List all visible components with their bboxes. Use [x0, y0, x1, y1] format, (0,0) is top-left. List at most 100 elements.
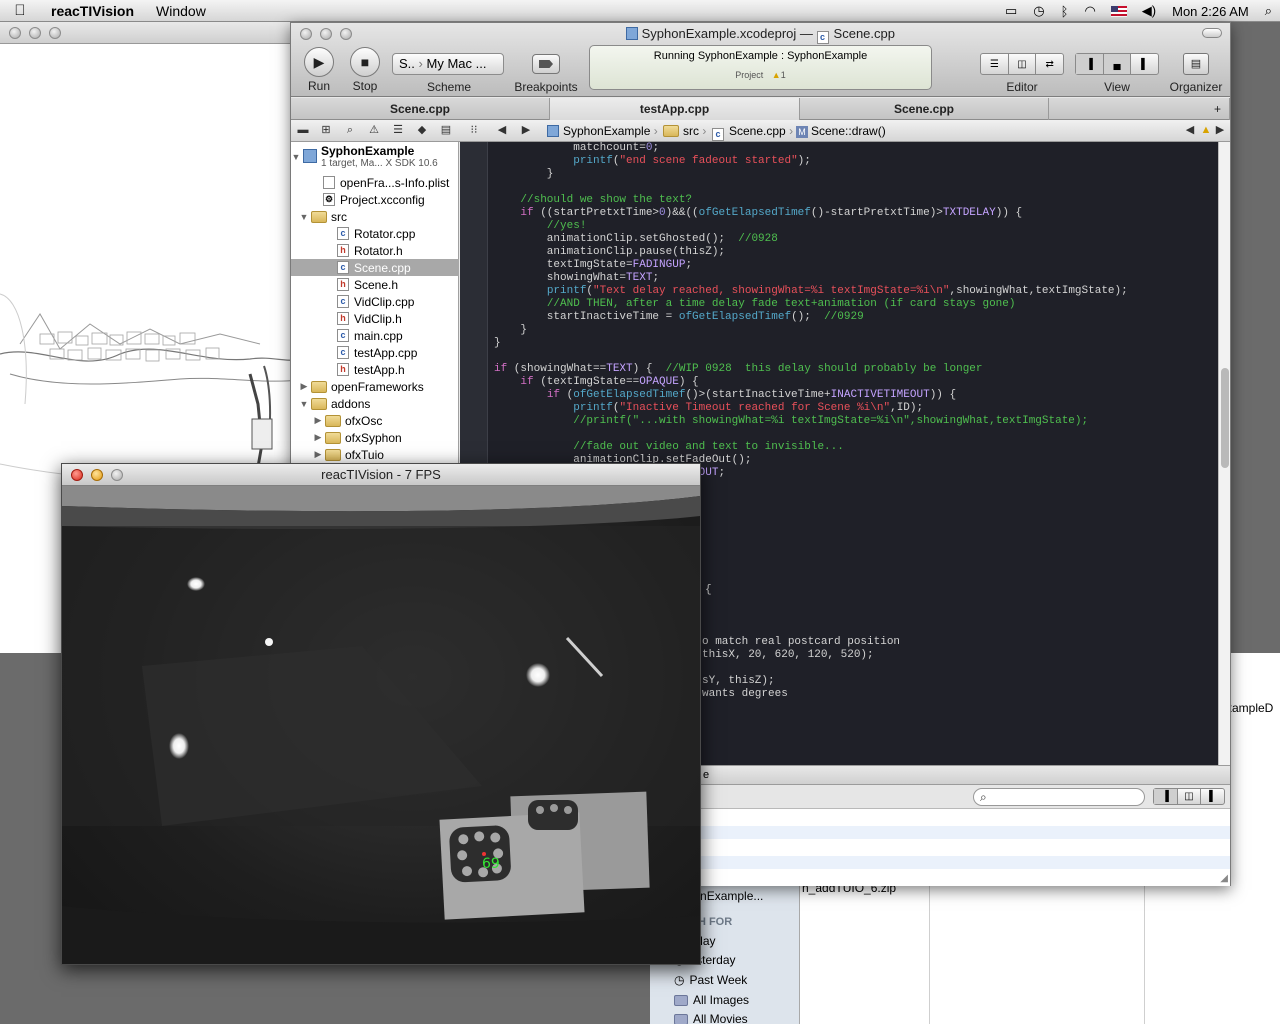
variables-view-icon[interactable]: ▐ [1154, 789, 1178, 804]
navigator-item[interactable]: ▼ src [291, 208, 459, 225]
disclosure-open-icon[interactable]: ▼ [299, 212, 309, 222]
navigator-item-label: Scene.h [354, 277, 399, 292]
jumpbar-project[interactable]: SyphonExample › [547, 120, 658, 142]
search-icon: ⌕ [980, 790, 987, 804]
project-navigator-icon[interactable]: ▬ [296, 124, 310, 137]
version-editor-icon[interactable]: ⇄ [1036, 54, 1063, 74]
sidebar-item-past-week[interactable]: ◷ Past Week [674, 973, 747, 987]
debug-navigator-icon[interactable]: ☰ [391, 124, 405, 137]
navigator-item-label: src [331, 209, 347, 224]
console-view-icon[interactable]: ▌ [1201, 789, 1224, 804]
apple-menu-icon[interactable]:  [0, 2, 40, 19]
standard-editor-icon[interactable]: ☰ [981, 54, 1009, 74]
navigator-item[interactable]: c VidClip.cpp [291, 293, 459, 310]
resize-grip-icon[interactable]: ◢ [1220, 873, 1228, 884]
issue-navigator-icon[interactable]: ⚠ [367, 124, 381, 137]
navigator-item[interactable]: ▶ ofxTuio [291, 446, 459, 463]
editor-scrollbar[interactable] [1218, 142, 1230, 765]
finder-file[interactable]: xampleD [1226, 701, 1273, 715]
stop-icon: ■ [350, 47, 380, 77]
symbol-navigator-icon[interactable]: ⊞ [319, 124, 333, 137]
next-issue-icon[interactable]: ▶ [1213, 124, 1227, 137]
us-flag-icon[interactable] [1110, 5, 1127, 17]
bluetooth-icon[interactable]: ᛒ [1053, 4, 1077, 19]
search-navigator-icon[interactable]: ⌕ [343, 124, 357, 137]
scheme-popup[interactable]: S.. › My Mac ... [392, 53, 504, 75]
navigator-item[interactable]: h testApp.h [291, 361, 459, 378]
navigator-item[interactable]: c main.cpp [291, 327, 459, 344]
disclosure-closed-icon[interactable]: ▶ [313, 415, 323, 426]
disclosure-open-icon[interactable]: ▼ [299, 399, 309, 409]
add-tab-button[interactable]: + [1049, 98, 1230, 120]
spotlight-icon[interactable]: ⌕ [1257, 3, 1280, 19]
navigator-item[interactable]: h Rotator.h [291, 242, 459, 259]
breakpoint-navigator-icon[interactable]: ◆ [415, 124, 429, 137]
close-button[interactable] [9, 27, 21, 39]
warning-icon[interactable]: ▲ [772, 70, 781, 80]
navigator-item[interactable]: ▶ openFrameworks [291, 378, 459, 395]
volume-icon[interactable]: ◀) [1134, 3, 1164, 19]
back-arrow-icon[interactable]: ◀ [495, 124, 509, 137]
sidebar-item-all-images[interactable]: All Images [674, 993, 749, 1007]
reactivision-window: reacTIVision - 7 FPS 69 [61, 463, 701, 965]
scrollbar-thumb[interactable] [1221, 368, 1229, 468]
jumpbar-src[interactable]: src › [663, 120, 706, 142]
minimize-button[interactable] [29, 27, 41, 39]
app-menu[interactable]: reacTIVision [40, 3, 145, 19]
forward-arrow-icon[interactable]: ▶ [519, 124, 533, 137]
navigator-item[interactable]: c testApp.cpp [291, 344, 459, 361]
navigator-item[interactable]: openFra...s-Info.plist [291, 174, 459, 191]
run-button[interactable]: ▶ Run [303, 47, 335, 93]
toolbar-toggle-button[interactable] [1202, 28, 1222, 38]
breakpoints-button[interactable]: Breakpoints [511, 54, 581, 94]
log-navigator-icon[interactable]: ▤ [439, 124, 453, 137]
navigator-item[interactable]: ⚙ Project.xcconfig [291, 191, 459, 208]
previous-issue-icon[interactable]: ◀ [1183, 124, 1197, 137]
zoom-button[interactable] [49, 27, 61, 39]
organizer-button[interactable]: ▤ Organizer [1165, 53, 1227, 94]
related-items-icon[interactable]: ⁝⁝ [467, 124, 481, 137]
warning-count[interactable]: 1 [781, 70, 786, 80]
debug-area-toggle-icon[interactable]: ▄ [1103, 54, 1132, 74]
issue-warning-icon[interactable]: ▲ [1199, 124, 1213, 137]
utilities-toggle-icon[interactable]: ▌ [1131, 54, 1158, 74]
window-menu[interactable]: Window [145, 3, 217, 19]
disclosure-closed-icon[interactable]: ▶ [299, 381, 309, 392]
time-machine-icon[interactable]: ◷ [1025, 3, 1052, 19]
tab-scene-cpp-1[interactable]: Scene.cpp [291, 98, 550, 120]
sidebar-item-all-movies[interactable]: All Movies [674, 1012, 748, 1024]
navigator-item[interactable]: h Scene.h [291, 276, 459, 293]
tab-scene-cpp-2[interactable]: Scene.cpp [800, 98, 1049, 120]
navigator-item[interactable]: ▶ ofxSyphon [291, 429, 459, 446]
close-button[interactable] [71, 469, 83, 481]
navigator-item[interactable]: ▼ addons [291, 395, 459, 412]
minimize-button[interactable] [91, 469, 103, 481]
disclosure-closed-icon[interactable]: ▶ [313, 449, 323, 460]
menu-clock[interactable]: Mon 2:26 AM [1164, 4, 1257, 19]
jumpbar-file[interactable]: c Scene.cpp › [712, 120, 793, 142]
zoom-button[interactable] [111, 469, 123, 481]
navigator-item[interactable]: h VidClip.h [291, 310, 459, 327]
navigator-item-label: ofxSyphon [345, 430, 402, 445]
assistant-editor-icon[interactable]: ◫ [1009, 54, 1037, 74]
navigator-item[interactable]: ▶ ofxOsc [291, 412, 459, 429]
navigator-toggle-icon[interactable]: ▐ [1076, 54, 1104, 74]
jumpbar-method[interactable]: M Scene::draw() [796, 120, 886, 142]
code-line: printf("end scene fadeout started"); [573, 155, 811, 167]
console-search-field[interactable]: ⌕ [973, 788, 1145, 806]
stop-label: Stop [352, 79, 378, 93]
split-view-icon[interactable]: ◫ [1178, 789, 1202, 804]
disclosure-open-icon[interactable]: ▼ [291, 152, 301, 162]
disclosure-closed-icon[interactable]: ▶ [313, 432, 323, 443]
display-icon[interactable]: ▭ [997, 3, 1025, 19]
stop-button[interactable]: ■ Stop [349, 47, 381, 93]
project-root[interactable]: ▼ SyphonExample 1 target, Ma... X SDK 10… [291, 144, 459, 172]
navigator-item[interactable]: c Scene.cpp [291, 259, 459, 276]
wifi-icon[interactable]: ◠ [1076, 3, 1103, 19]
tab-testapp-cpp[interactable]: testApp.cpp [550, 98, 800, 120]
navigator-item[interactable]: c Rotator.cpp [291, 225, 459, 242]
folder-icon [325, 431, 341, 444]
navigator-item-label: VidClip.cpp [354, 294, 415, 309]
cpp-file-icon: c [337, 227, 349, 240]
